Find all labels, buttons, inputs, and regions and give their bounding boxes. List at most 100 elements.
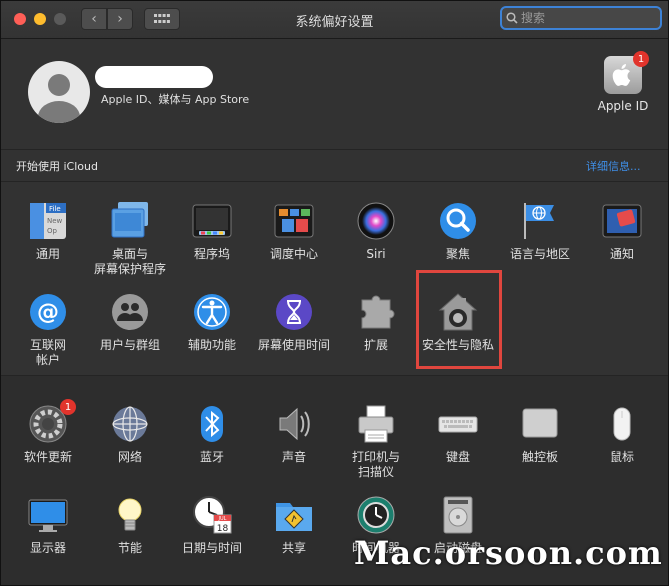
pref-label: 打印机与 扫描仪 bbox=[351, 450, 400, 479]
pref-energy-saver[interactable]: 节能 bbox=[89, 495, 171, 556]
pref-label: 软件更新 bbox=[23, 450, 72, 464]
pref-general[interactable]: File New Op 通用 bbox=[7, 201, 89, 262]
mouse-icon bbox=[602, 404, 642, 444]
software-update-icon: 1 bbox=[28, 399, 76, 444]
icloud-prompt: 开始使用 iCloud bbox=[16, 160, 98, 173]
apple-id-pref[interactable]: 1 Apple ID bbox=[597, 51, 649, 113]
pref-bluetooth[interactable]: 蓝牙 bbox=[171, 404, 253, 465]
pref-label: 蓝牙 bbox=[199, 450, 224, 464]
divider bbox=[1, 181, 668, 182]
time-machine-icon bbox=[356, 495, 396, 535]
screen-time-icon bbox=[274, 292, 314, 332]
pref-dock[interactable]: 程序坞 bbox=[171, 201, 253, 262]
apple-id-label: Apple ID bbox=[597, 99, 649, 113]
pref-label: 语言与地区 bbox=[509, 247, 570, 261]
general-icon: File New Op bbox=[28, 201, 68, 241]
pref-label: 聚焦 bbox=[445, 247, 470, 261]
system-preferences-window: ‹ › 系统偏好设置 Apple ID、媒体与 App Store 1 Appl… bbox=[0, 0, 669, 586]
pref-mouse[interactable]: 鼠标 bbox=[581, 404, 663, 465]
pref-label: 通用 bbox=[35, 247, 60, 261]
notifications-icon bbox=[602, 201, 642, 241]
printers-scanners-icon bbox=[356, 404, 396, 444]
highlight-box bbox=[416, 270, 502, 369]
pref-label: 日期与时间 bbox=[181, 541, 242, 555]
date-time-icon: JUL 18 bbox=[192, 495, 232, 535]
avatar[interactable] bbox=[28, 61, 90, 123]
search-icon bbox=[506, 12, 518, 24]
pref-label: 屏幕使用时间 bbox=[257, 338, 330, 352]
pref-desktop-screensaver[interactable]: 桌面与 屏幕保护程序 bbox=[89, 201, 171, 277]
pref-label: 互联网 帐户 bbox=[29, 338, 66, 367]
svg-text:18: 18 bbox=[217, 524, 229, 534]
spotlight-icon bbox=[438, 201, 478, 241]
update-badge: 1 bbox=[60, 399, 76, 415]
desktop-screensaver-icon bbox=[110, 201, 150, 241]
pref-spotlight[interactable]: 聚焦 bbox=[417, 201, 499, 262]
internet-accounts-icon: @ bbox=[28, 292, 68, 332]
pref-label: 通知 bbox=[609, 247, 634, 261]
search-input[interactable] bbox=[518, 10, 643, 26]
displays-icon bbox=[28, 495, 68, 535]
pref-internet-accounts[interactable]: @ 互联网 帐户 bbox=[7, 292, 89, 368]
pref-keyboard[interactable]: 键盘 bbox=[417, 404, 499, 465]
pref-printers-scanners[interactable]: 打印机与 扫描仪 bbox=[335, 404, 417, 480]
pref-accessibility[interactable]: 辅助功能 bbox=[171, 292, 253, 353]
divider bbox=[1, 149, 668, 150]
pref-network[interactable]: 网络 bbox=[89, 404, 171, 465]
siri-icon bbox=[356, 201, 396, 241]
apple-id-badge: 1 bbox=[633, 51, 649, 67]
pref-notifications[interactable]: 通知 bbox=[581, 201, 663, 262]
pref-label: 声音 bbox=[281, 450, 306, 464]
language-region-icon bbox=[520, 201, 560, 241]
pref-screen-time[interactable]: 屏幕使用时间 bbox=[253, 292, 335, 353]
pref-date-time[interactable]: JUL 18 日期与时间 bbox=[171, 495, 253, 556]
extensions-icon bbox=[356, 292, 396, 332]
keyboard-icon bbox=[438, 404, 478, 444]
svg-text:File: File bbox=[49, 205, 61, 213]
startup-disk-icon bbox=[438, 495, 478, 535]
svg-text:JUL: JUL bbox=[218, 516, 227, 522]
pref-sharing[interactable]: 共享 bbox=[253, 495, 335, 556]
pref-sound[interactable]: 声音 bbox=[253, 404, 335, 465]
pref-mission-control[interactable]: 调度中心 bbox=[253, 201, 335, 262]
dock-icon bbox=[192, 201, 232, 241]
users-groups-icon bbox=[110, 292, 150, 332]
pref-label: 共享 bbox=[281, 541, 306, 555]
pref-label: 程序坞 bbox=[193, 247, 230, 261]
svg-text:@: @ bbox=[37, 300, 59, 325]
accessibility-icon bbox=[192, 292, 232, 332]
svg-text:New: New bbox=[47, 217, 63, 225]
apple-logo-icon: 1 bbox=[604, 51, 649, 94]
pref-label: 键盘 bbox=[445, 450, 470, 464]
icloud-details-link[interactable]: 详细信息... bbox=[586, 158, 641, 174]
trackpad-icon bbox=[520, 404, 560, 444]
svg-text:Op: Op bbox=[47, 227, 58, 235]
sound-icon bbox=[274, 404, 314, 444]
divider bbox=[1, 375, 668, 376]
pref-label: 辅助功能 bbox=[187, 338, 236, 352]
search-field[interactable] bbox=[500, 6, 662, 30]
pref-language-region[interactable]: 语言与地区 bbox=[499, 201, 581, 262]
pref-label: 显示器 bbox=[29, 541, 66, 555]
pref-software-update[interactable]: 1 软件更新 bbox=[7, 399, 89, 465]
network-icon bbox=[110, 404, 150, 444]
pref-siri[interactable]: Siri bbox=[335, 201, 417, 262]
pref-users-groups[interactable]: 用户与群组 bbox=[89, 292, 171, 353]
pref-label: 用户与群组 bbox=[99, 338, 160, 352]
account-name-redacted bbox=[95, 66, 213, 88]
pref-label: Siri bbox=[366, 247, 386, 261]
bluetooth-icon bbox=[192, 404, 232, 444]
watermark-text: Mac.orsoon.com bbox=[354, 534, 663, 572]
pref-label: 网络 bbox=[117, 450, 142, 464]
account-subtitle: Apple ID、媒体与 App Store bbox=[101, 93, 250, 106]
pref-label: 节能 bbox=[117, 541, 142, 555]
pref-extensions[interactable]: 扩展 bbox=[335, 292, 417, 353]
pref-label: 鼠标 bbox=[609, 450, 634, 464]
pref-trackpad[interactable]: 触控板 bbox=[499, 404, 581, 465]
title-bar: ‹ › 系统偏好设置 bbox=[1, 1, 668, 39]
pref-label: 触控板 bbox=[521, 450, 558, 464]
pref-displays[interactable]: 显示器 bbox=[7, 495, 89, 556]
energy-saver-icon bbox=[110, 495, 150, 535]
sharing-icon bbox=[274, 495, 314, 535]
mission-control-icon bbox=[274, 201, 314, 241]
